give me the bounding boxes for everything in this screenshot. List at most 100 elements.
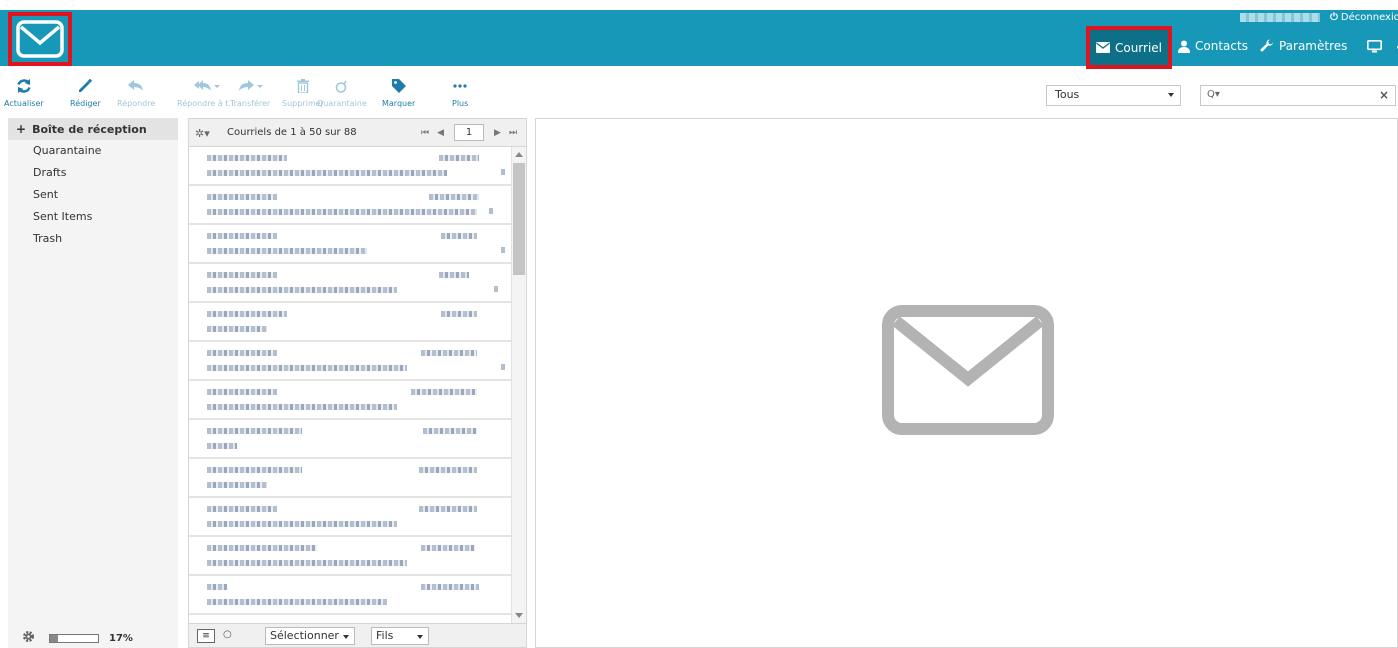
quota-fill <box>50 634 59 642</box>
blurred-text <box>207 560 407 566</box>
list-scrollbar[interactable] <box>511 147 526 623</box>
message-row[interactable] <box>189 186 511 225</box>
list-options-gear-icon[interactable]: ✲▾ <box>195 127 210 140</box>
mark-button[interactable]: Marquer <box>382 76 415 108</box>
thread-icon[interactable]: ○ <box>223 629 232 640</box>
last-page-icon[interactable]: ⏭ <box>509 128 517 138</box>
refresh-button[interactable]: Actualiser <box>4 76 44 108</box>
blurred-text <box>207 170 447 176</box>
blurred-text <box>207 545 317 551</box>
chevron-up-icon[interactable] <box>1393 26 1398 66</box>
filter-select[interactable]: Tous <box>1046 85 1181 106</box>
message-row[interactable] <box>189 420 511 459</box>
folder-drafts[interactable]: Drafts <box>8 162 178 184</box>
plus-icon[interactable]: + <box>16 122 26 136</box>
blurred-text <box>207 155 287 161</box>
blurred-text <box>207 584 227 590</box>
blurred-text <box>207 521 397 527</box>
power-icon: ⏻ <box>1330 12 1338 23</box>
quarantine-button[interactable]: Quarantaine <box>317 76 367 108</box>
prev-page-icon[interactable]: ◀ <box>437 128 444 138</box>
blurred-text <box>441 311 477 317</box>
trash-icon <box>296 76 309 96</box>
gear-icon[interactable] <box>22 630 35 646</box>
chevron-down-icon <box>343 635 349 639</box>
chevron-down-icon <box>417 635 423 639</box>
scroll-thumb[interactable] <box>513 163 525 275</box>
blurred-text <box>207 389 277 395</box>
message-row[interactable] <box>189 615 511 623</box>
blurred-text <box>419 506 477 512</box>
folder-footer: 17% <box>8 628 178 648</box>
logout-link[interactable]: ⏻Déconnexion <box>1330 12 1398 23</box>
message-row[interactable] <box>189 264 511 303</box>
list-view-icon[interactable]: ≡ <box>197 629 215 643</box>
envelope-placeholder-icon <box>882 305 1054 435</box>
message-list-header: ✲▾ Courriels de 1 à 50 sur 88 ⏮ ◀ 1 ▶ ⏭ <box>189 119 526 147</box>
nav-screen[interactable] <box>1353 26 1393 66</box>
scroll-down-icon[interactable] <box>515 613 523 618</box>
pencil-icon <box>78 76 93 96</box>
quota-label: 17% <box>109 632 133 644</box>
blurred-text <box>421 584 479 590</box>
tag-icon <box>391 76 406 96</box>
folder-inbox[interactable]: + Boîte de réception <box>8 118 178 140</box>
blurred-text <box>439 155 479 161</box>
folder-list: + Boîte de réception Quarantaine Drafts S… <box>8 118 178 648</box>
search-icon[interactable]: Q▾ <box>1207 89 1220 100</box>
select-dropdown[interactable]: Sélectionner <box>265 627 355 645</box>
blurred-text <box>207 506 277 512</box>
message-list-panel: ✲▾ Courriels de 1 à 50 sur 88 ⏮ ◀ 1 ▶ ⏭ … <box>188 118 527 648</box>
search-input[interactable]: Q▾ × <box>1200 85 1396 106</box>
message-row[interactable] <box>189 459 511 498</box>
blurred-text <box>441 233 477 239</box>
message-row[interactable] <box>189 225 511 264</box>
envelope-icon <box>1095 42 1110 53</box>
message-row[interactable] <box>189 147 511 186</box>
reply-all-button[interactable]: Répondre à t... <box>177 76 236 108</box>
nav-mail[interactable]: Courriel <box>1086 26 1172 69</box>
message-row[interactable] <box>189 576 511 615</box>
blurred-text <box>419 467 477 473</box>
reply-all-icon <box>193 76 220 96</box>
refresh-icon <box>16 76 32 96</box>
quota-bar <box>49 633 99 643</box>
message-row[interactable] <box>189 537 511 576</box>
close-icon[interactable]: × <box>1379 88 1389 102</box>
folder-sent-items[interactable]: Sent Items <box>8 206 178 228</box>
first-page-icon[interactable]: ⏮ <box>421 128 429 138</box>
app-logo[interactable] <box>8 12 72 66</box>
user-icon <box>1178 40 1190 53</box>
message-row[interactable] <box>189 342 511 381</box>
message-row[interactable] <box>189 498 511 537</box>
blurred-text <box>501 364 505 370</box>
pager: ⏮ ◀ 1 ▶ ⏭ <box>417 124 521 141</box>
forward-button[interactable]: Transférer <box>230 76 270 108</box>
message-preview <box>535 118 1398 648</box>
scroll-up-icon[interactable] <box>515 152 523 157</box>
folder-trash[interactable]: Trash <box>8 228 178 250</box>
nav-settings[interactable]: Paramètres <box>1254 26 1353 66</box>
blurred-text <box>207 428 302 434</box>
app-header: ⏻Déconnexion Courriel Contacts Paramètre… <box>0 0 1398 69</box>
reply-icon <box>128 76 144 96</box>
ellipsis-icon <box>453 76 467 96</box>
nav-contacts[interactable]: Contacts <box>1172 26 1254 66</box>
folder-quarantine[interactable]: Quarantaine <box>8 140 178 162</box>
message-list-footer: ≡ ○ Sélectionner Fils <box>189 623 526 647</box>
next-page-icon[interactable]: ▶ <box>494 128 501 138</box>
more-button[interactable]: Plus <box>452 76 468 108</box>
message-row[interactable] <box>189 381 511 420</box>
compose-button[interactable]: Rédiger <box>70 76 101 108</box>
blurred-text <box>501 169 505 175</box>
blurred-text <box>207 233 277 239</box>
page-input[interactable]: 1 <box>454 124 485 141</box>
blurred-text <box>207 467 302 473</box>
reply-button[interactable]: Répondre <box>117 76 155 108</box>
blurred-text <box>207 194 277 200</box>
folder-sent[interactable]: Sent <box>8 184 178 206</box>
message-row[interactable] <box>189 303 511 342</box>
blurred-text <box>207 287 397 293</box>
threads-dropdown[interactable]: Fils <box>371 627 429 645</box>
blurred-text <box>207 599 387 605</box>
